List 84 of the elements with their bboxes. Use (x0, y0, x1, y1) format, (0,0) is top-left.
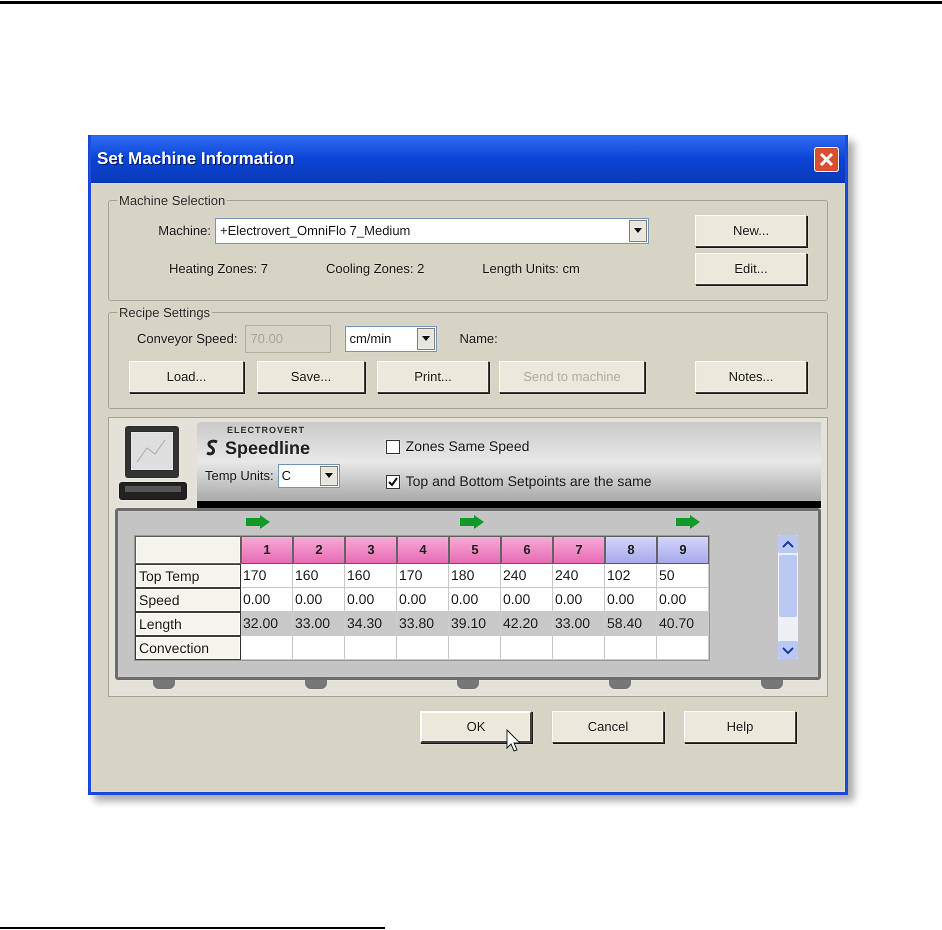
table-cell[interactable]: 33.80 (397, 612, 449, 636)
zone-header[interactable]: 1 (241, 536, 293, 564)
machine-dropdown[interactable]: +Electrovert_OmniFlo 7_Medium (215, 218, 649, 244)
group-label: Recipe Settings (118, 304, 212, 322)
table-cell[interactable]: 50 (657, 564, 709, 588)
table-cell[interactable]: 58.40 (605, 612, 657, 636)
table-cell[interactable] (605, 636, 657, 660)
new-button[interactable]: New... (695, 214, 807, 246)
zone-header[interactable]: 4 (397, 536, 449, 564)
brand-name: Speedline (225, 438, 310, 458)
table-cell[interactable]: 0.00 (553, 588, 605, 612)
table-cell[interactable]: 170 (241, 564, 293, 588)
cooling-zones-label: Cooling Zones: 2 (326, 260, 424, 278)
length-units-label: Length Units: cm (482, 260, 580, 278)
table-cell[interactable]: 0.00 (449, 588, 501, 612)
zone-header[interactable]: 7 (553, 536, 605, 564)
zone-header[interactable]: 6 (501, 536, 553, 564)
table-cell[interactable]: 160 (293, 564, 345, 588)
checkbox[interactable] (386, 474, 400, 488)
zone-header[interactable]: 2 (293, 536, 345, 564)
recipe-button[interactable]: Print... (377, 360, 489, 392)
table-cell[interactable]: 160 (345, 564, 397, 588)
scroll-down-icon[interactable] (778, 641, 798, 659)
table-cell[interactable] (553, 636, 605, 660)
table-cell[interactable]: 240 (501, 564, 553, 588)
table-cell[interactable]: 0.00 (501, 588, 553, 612)
table-cell[interactable]: 34.30 (345, 612, 397, 636)
arrow-icon (676, 515, 700, 529)
dialog-button[interactable]: Help (684, 711, 796, 743)
brand-caption: ELECTROVERT (227, 424, 306, 437)
row-header[interactable]: Top Temp (135, 564, 241, 588)
field-label: Conveyor Speed: (137, 330, 238, 348)
heating-zones-label: Heating Zones: 7 (169, 260, 268, 278)
checkbox[interactable] (386, 440, 400, 454)
table-cell[interactable]: 0.00 (397, 588, 449, 612)
table-cell[interactable]: 102 (605, 564, 657, 588)
units-dropdown[interactable]: cm/min (345, 326, 438, 352)
table-cell[interactable]: 240 (553, 564, 605, 588)
close-icon[interactable] (814, 146, 839, 172)
table-cell[interactable] (345, 636, 397, 660)
table-cell[interactable] (293, 636, 345, 660)
row-header[interactable]: Convection (135, 636, 241, 660)
table-cell[interactable]: 40.70 (657, 612, 709, 636)
name-label: Name: (459, 330, 498, 348)
recipe-button[interactable]: Notes... (695, 360, 807, 392)
window-title: Set Machine Information (97, 148, 294, 170)
cursor-icon (506, 729, 522, 753)
table-cell[interactable] (449, 636, 501, 660)
scroll-up-icon[interactable] (778, 535, 798, 553)
table-cell[interactable]: 170 (397, 564, 449, 588)
group-label: Machine Selection (118, 192, 226, 210)
table-cell[interactable]: 0.00 (241, 588, 293, 612)
table-cell[interactable] (657, 636, 709, 660)
table-cell[interactable] (241, 636, 293, 660)
temp-units-dropdown[interactable]: C (278, 464, 340, 488)
table-cell[interactable]: 0.00 (293, 588, 345, 612)
table-cell[interactable]: 39.10 (449, 612, 501, 636)
dialog-button[interactable]: Cancel (552, 711, 664, 743)
checkbox-label: Zones Same Speed (406, 437, 530, 456)
table-cell[interactable]: 0.00 (657, 588, 709, 612)
table-cell[interactable]: 33.00 (293, 612, 345, 636)
table-cell[interactable]: 32.00 (241, 612, 293, 636)
table-cell[interactable]: 0.00 (345, 588, 397, 612)
zone-header[interactable]: 8 (605, 536, 657, 564)
field-label: Temp Units: (205, 466, 274, 485)
table-cell[interactable]: 180 (449, 564, 501, 588)
field-label: Machine: (157, 222, 211, 240)
zone-header[interactable]: 5 (449, 536, 501, 564)
edit-button[interactable]: Edit... (695, 252, 807, 284)
table-cell[interactable] (397, 636, 449, 660)
recipe-button[interactable]: Save... (257, 360, 365, 392)
table-cell[interactable]: 42.20 (501, 612, 553, 636)
row-header[interactable]: Speed (135, 588, 241, 612)
table-cell[interactable]: 33.00 (553, 612, 605, 636)
zone-header[interactable]: 9 (657, 536, 709, 564)
recipe-button[interactable]: Load... (129, 360, 244, 392)
zone-header[interactable]: 3 (345, 536, 397, 564)
scrollbar[interactable] (778, 535, 798, 659)
arrow-icon (246, 515, 270, 529)
row-header[interactable]: Length (135, 612, 241, 636)
arrow-icon (460, 515, 484, 529)
checkbox-label: Top and Bottom Setpoints are the same (406, 472, 652, 491)
table-cell[interactable]: 0.00 (605, 588, 657, 612)
table-cell[interactable] (501, 636, 553, 660)
